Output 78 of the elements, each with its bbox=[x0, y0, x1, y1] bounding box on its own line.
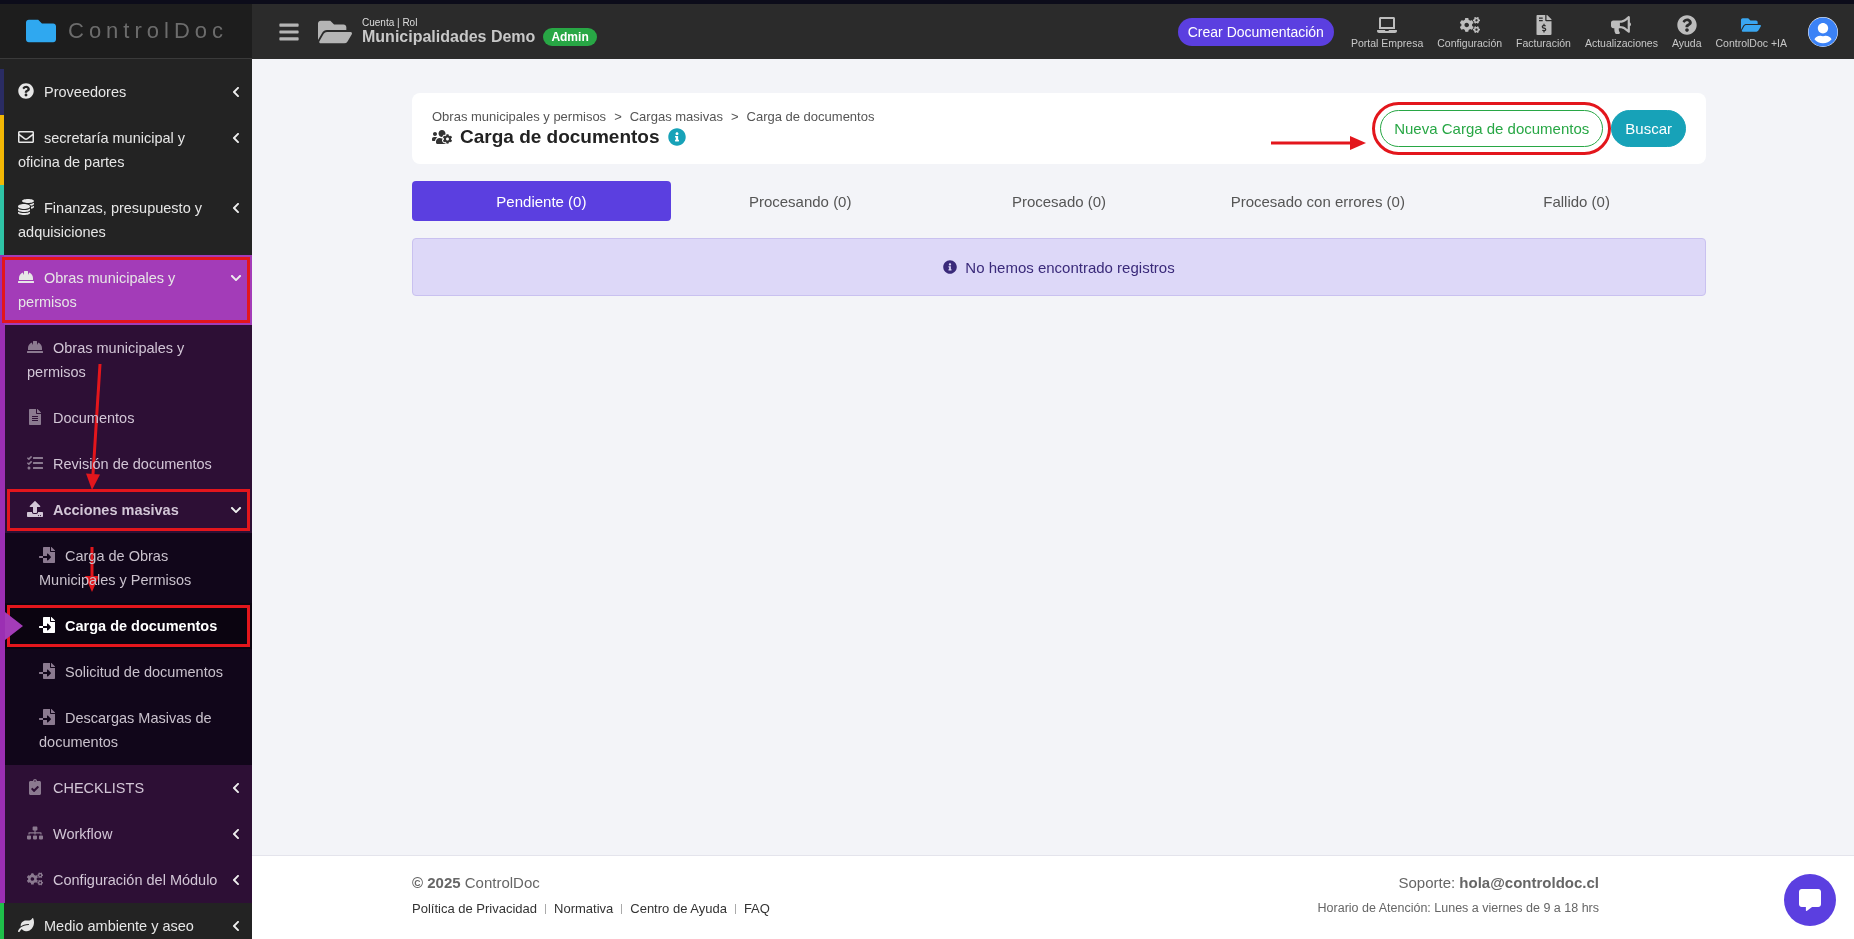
laptop-icon bbox=[1377, 14, 1398, 35]
sidebar-item[interactable]: Carga de documentos bbox=[5, 603, 252, 649]
breadcrumb-separator: > bbox=[730, 109, 739, 124]
alert-text: No hemos encontrado registros bbox=[965, 258, 1175, 276]
gears-icon bbox=[1459, 14, 1480, 35]
account-name: Municipalidades Demo bbox=[362, 28, 536, 46]
info-icon[interactable] bbox=[667, 128, 686, 146]
footer-link[interactable]: Normativa bbox=[554, 901, 614, 916]
chevron-icon bbox=[230, 132, 242, 144]
sidebar-item[interactable]: Medio ambiente y aseo bbox=[0, 903, 252, 939]
copyright-text: © 2025 ControlDoc bbox=[412, 874, 540, 891]
chat-icon bbox=[1799, 889, 1821, 911]
nav-button[interactable]: Actualizaciones bbox=[1577, 14, 1665, 49]
sidebar-item[interactable]: secretaría municipal y oficina de partes bbox=[0, 115, 252, 185]
hard-hat-icon bbox=[18, 269, 34, 285]
sidebar-item[interactable]: Solicitud de documentos bbox=[5, 649, 252, 695]
sidebar-item[interactable]: Obras municipales y permisos bbox=[5, 325, 252, 395]
megaphone-icon bbox=[1611, 14, 1632, 35]
chevron-icon bbox=[230, 86, 242, 98]
sidebar-item[interactable]: Finanzas, presupuesto y adquisiciones bbox=[0, 185, 252, 255]
envelope-icon bbox=[18, 129, 34, 145]
chevron-icon bbox=[230, 782, 242, 794]
breadcrumb-item: Carga de documentos bbox=[746, 109, 875, 124]
question-icon bbox=[1676, 14, 1697, 35]
sidebar-item[interactable]: Proveedores bbox=[0, 69, 252, 115]
chevron-icon bbox=[230, 874, 242, 886]
document-upload-icon bbox=[39, 617, 55, 633]
footer-link[interactable]: Centro de Ayuda bbox=[630, 901, 727, 916]
gears-icon bbox=[27, 871, 43, 887]
status-tab[interactable]: Procesando (0) bbox=[670, 181, 930, 221]
chevron-icon bbox=[230, 504, 242, 516]
checklist-icon bbox=[27, 455, 43, 471]
nav-button[interactable]: Facturación bbox=[1509, 14, 1578, 49]
hard-hat-icon bbox=[27, 339, 43, 355]
nav-button[interactable]: Portal Empresa bbox=[1343, 14, 1431, 49]
breadcrumb-item[interactable]: Cargas masivas bbox=[629, 109, 723, 124]
sidebar-item[interactable]: Obras municipales y permisos bbox=[0, 255, 252, 325]
hours-text: Horario de Atención: Lunes a viernes de 9 a 18 hrs bbox=[1317, 901, 1599, 915]
document-upload-icon bbox=[39, 547, 55, 563]
sidebar-item[interactable]: Acciones masivas bbox=[5, 487, 252, 533]
status-tab[interactable]: Fallido (0) bbox=[1447, 181, 1706, 221]
account-caption: Cuenta | Rol bbox=[362, 17, 419, 28]
document-upload-icon bbox=[39, 663, 55, 679]
brand-name: ControlDoc bbox=[68, 18, 229, 44]
create-documentation-button[interactable]: Crear Documentación bbox=[1177, 17, 1334, 46]
status-tab[interactable]: Pendiente (0) bbox=[412, 181, 671, 221]
info-icon bbox=[943, 260, 958, 274]
document-upload-icon bbox=[39, 709, 55, 725]
sidebar-item[interactable]: Configuración del Módulo bbox=[5, 857, 252, 903]
breadcrumb-item[interactable]: Obras municipales y permisos bbox=[432, 109, 607, 124]
upload-icon bbox=[27, 501, 43, 517]
clipboard-check-icon bbox=[27, 779, 43, 795]
nav-button[interactable]: Ayuda bbox=[1664, 14, 1709, 49]
flow-icon bbox=[27, 825, 43, 841]
leaf-icon bbox=[18, 917, 34, 933]
page-title: Carga de documentos bbox=[460, 126, 660, 148]
question-icon bbox=[18, 83, 34, 99]
chevron-icon bbox=[230, 272, 242, 284]
role-badge: Admin bbox=[543, 28, 597, 46]
status-tab[interactable]: Procesado (0) bbox=[929, 181, 1189, 221]
active-marker-icon bbox=[5, 612, 23, 640]
coins-icon bbox=[18, 199, 34, 215]
users-gear-icon bbox=[432, 127, 452, 147]
nav-button[interactable]: Configuración bbox=[1430, 14, 1510, 49]
avatar-icon[interactable] bbox=[1808, 16, 1838, 47]
footer-link[interactable]: FAQ bbox=[743, 901, 770, 916]
document-icon bbox=[27, 409, 43, 425]
chevron-icon bbox=[230, 828, 242, 840]
status-tab[interactable]: Procesado con errores (0) bbox=[1188, 181, 1448, 221]
nav-button[interactable]: ControlDoc +IA bbox=[1708, 14, 1794, 49]
sidebar-item[interactable]: Workflow bbox=[5, 811, 252, 857]
sidebar-item[interactable]: Descargas Masivas de documentos bbox=[5, 695, 252, 765]
sidebar-item[interactable]: CHECKLISTS bbox=[5, 765, 252, 811]
footer-link[interactable]: Política de Privacidad bbox=[412, 901, 537, 916]
breadcrumb-separator: > bbox=[614, 109, 622, 124]
chevron-icon bbox=[230, 202, 242, 214]
support-text: Soporte: hola@controldoc.cl bbox=[1398, 874, 1599, 891]
chevron-icon bbox=[230, 920, 242, 932]
